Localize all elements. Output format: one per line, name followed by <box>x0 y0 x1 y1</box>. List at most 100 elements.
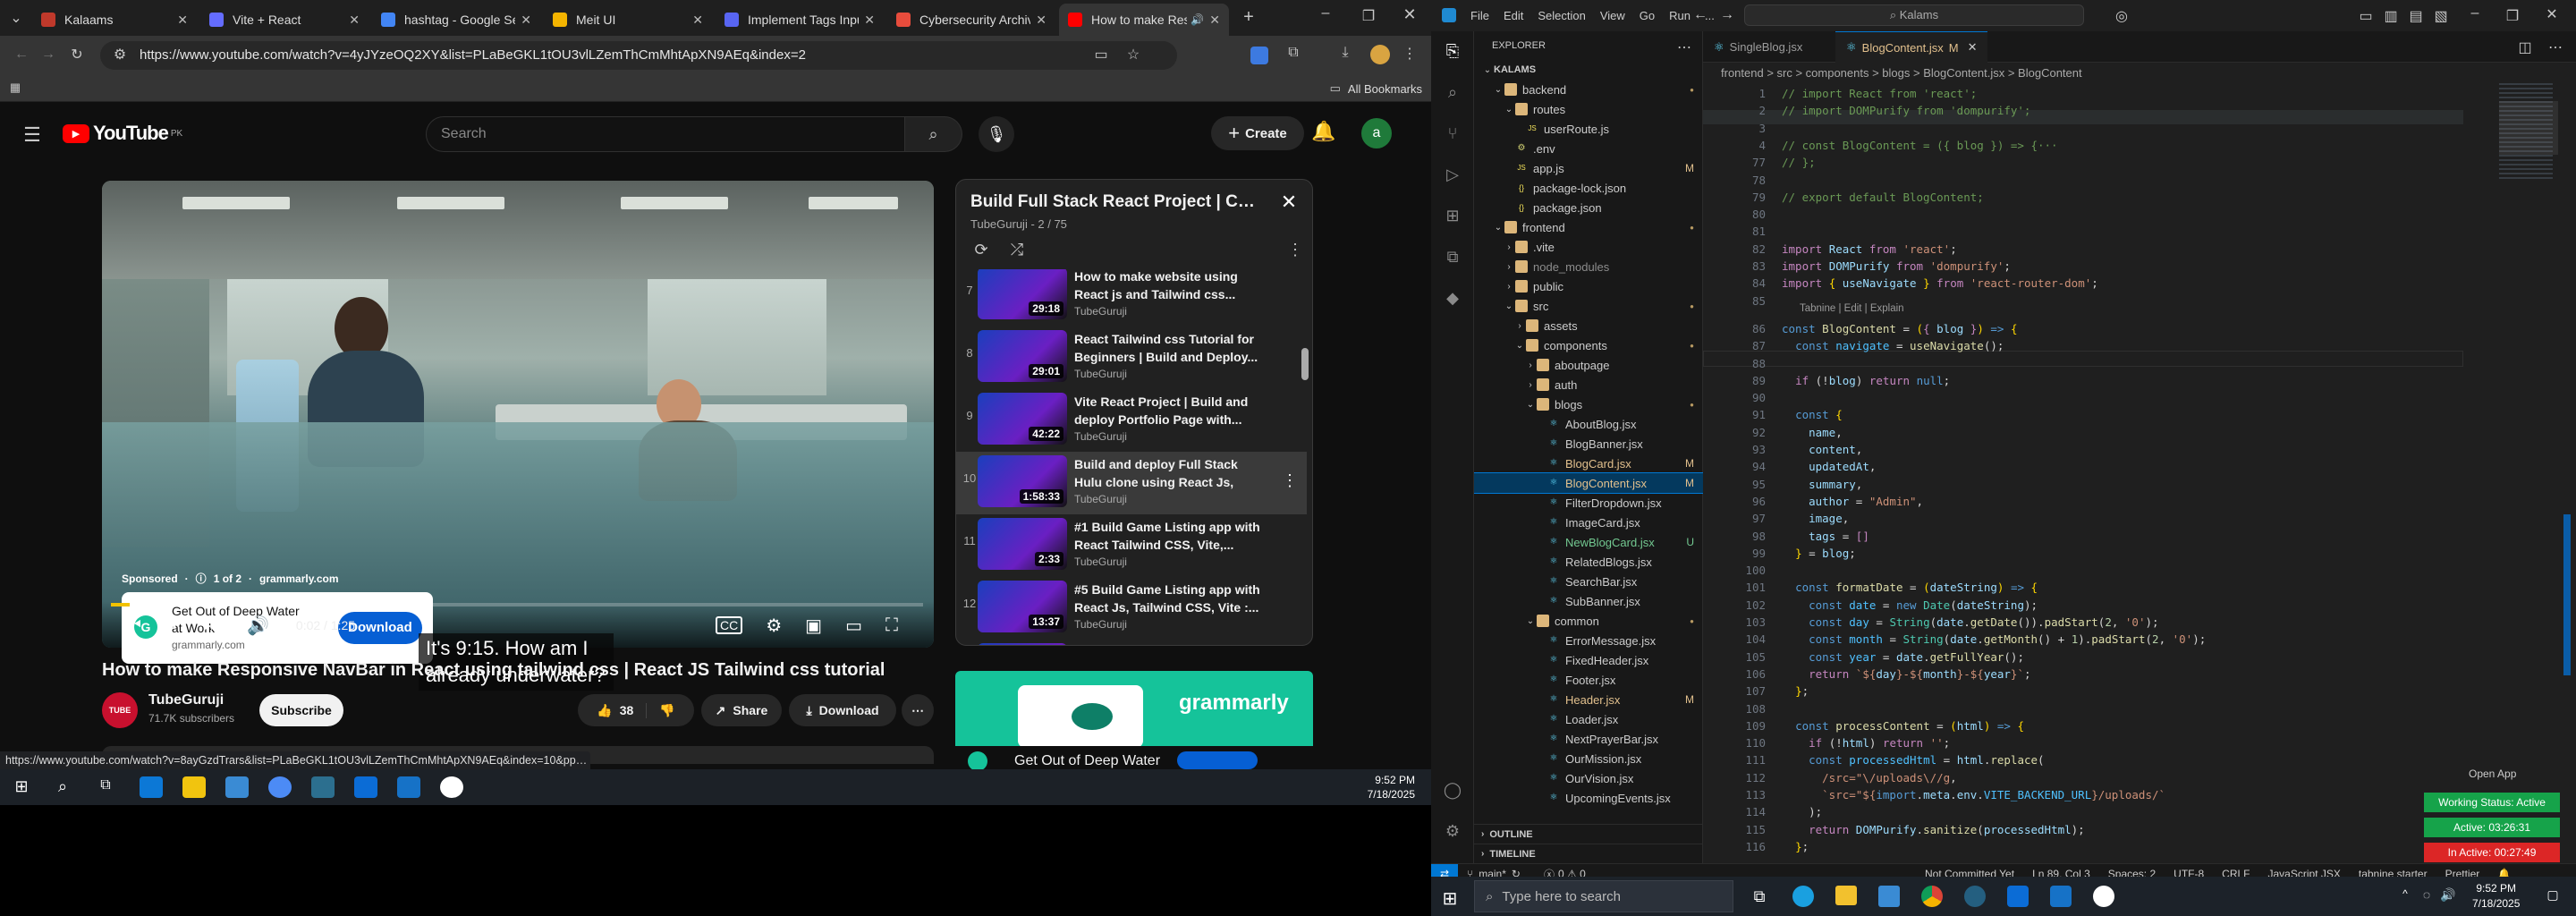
tabnine-status[interactable]: tabnine starter <box>2359 868 2428 877</box>
tree-file[interactable]: ⚛ Header.jsx M <box>1474 690 1703 709</box>
maximize-icon[interactable]: ❐ <box>2504 7 2521 25</box>
manage-gear-icon[interactable]: ⚙ <box>1442 822 1463 844</box>
bookmark-star-icon[interactable]: ☆ <box>1125 41 1141 70</box>
menu-item[interactable]: Selection <box>1538 9 1585 22</box>
source-control-icon[interactable]: ⑂ <box>1442 124 1463 146</box>
new-tab-button[interactable]: + <box>1240 7 1258 28</box>
subscribe-button[interactable]: Subscribe <box>259 694 343 726</box>
tree-file[interactable]: ⚛ BlogCard.jsx M <box>1474 454 1703 473</box>
captions-icon[interactable]: CC <box>716 616 743 634</box>
explorer-more-icon[interactable]: ⋯ <box>1676 38 1692 56</box>
close-tab-icon[interactable]: ✕ <box>864 13 875 28</box>
tree-file[interactable]: ⚛ SubBanner.jsx <box>1474 591 1703 611</box>
app-icon[interactable] <box>440 776 463 798</box>
chrome-icon[interactable] <box>1921 886 1943 907</box>
network-icon[interactable]: ◌ <box>2419 887 2435 902</box>
accounts-icon[interactable]: ◯ <box>1442 781 1463 802</box>
extensions-icon[interactable]: ⊞ <box>1442 207 1463 228</box>
forward-icon[interactable]: → <box>39 47 57 63</box>
menu-item[interactable]: Run <box>1669 9 1690 22</box>
tree-file[interactable]: JS userRoute.js <box>1474 119 1703 139</box>
nav-forward-icon[interactable]: → <box>1719 7 1735 23</box>
tree-file[interactable]: ⚛ Footer.jsx <box>1474 670 1703 690</box>
open-app-link[interactable]: Open App <box>2469 768 2516 780</box>
tree-folder[interactable]: ⌄ src ● <box>1474 296 1703 316</box>
tree-folder[interactable]: ⌄ components ● <box>1474 335 1703 355</box>
close-window-icon[interactable]: ✕ <box>2544 5 2560 23</box>
editor-more-icon[interactable]: ⋯ <box>2547 38 2563 56</box>
file-explorer-icon[interactable] <box>182 776 206 798</box>
ad-domain-link[interactable]: grammarly.com <box>259 572 338 585</box>
breadcrumb[interactable]: frontend > src > components > blogs > Bl… <box>1703 64 2576 83</box>
tree-file[interactable]: ⚛ BlogContent.jsx M <box>1474 472 1703 494</box>
run-debug-icon[interactable]: ▷ <box>1442 165 1463 187</box>
previous-icon[interactable]: ⏮ <box>125 615 141 636</box>
command-center[interactable]: ⌕ Kalams <box>1744 4 2084 26</box>
edge-icon[interactable] <box>1792 886 1814 907</box>
tab-search-icon[interactable]: ⌄ <box>7 9 25 27</box>
search-icon[interactable]: ⌕ <box>1442 83 1463 105</box>
tree-folder[interactable]: ⌄ common ● <box>1474 611 1703 631</box>
theater-mode-icon[interactable]: ▭ <box>845 615 862 637</box>
task-view-icon[interactable]: ⧉ <box>97 777 114 793</box>
sidebar-toggle-icon[interactable]: ▥ <box>2383 7 2399 25</box>
tree-folder[interactable]: ⌄ frontend ● <box>1474 217 1703 237</box>
account-avatar[interactable]: a <box>1361 118 1392 148</box>
back-icon[interactable]: ← <box>13 47 30 63</box>
hamburger-menu-icon[interactable]: ☰ <box>20 123 45 147</box>
tree-folder[interactable]: › node_modules <box>1474 257 1703 276</box>
youtube-logo[interactable]: ▶ YouTube PK <box>63 122 182 145</box>
tree-file[interactable]: ⚛ FilterDropdown.jsx <box>1474 493 1703 513</box>
tree-file[interactable]: ⚛ RelatedBlogs.jsx <box>1474 552 1703 572</box>
browser-tab[interactable]: Kalaams ✕ <box>32 4 197 36</box>
app-icon[interactable] <box>311 776 335 798</box>
minimap-slider[interactable] <box>2499 101 2558 155</box>
store-icon[interactable] <box>1878 886 1900 907</box>
playlist-item[interactable]: 9 42:22 Vite React Project | Build and dep… <box>956 389 1307 452</box>
miniplayer-icon[interactable]: ▣ <box>805 615 822 637</box>
start-button-icon[interactable]: ⊞ <box>1440 887 1460 910</box>
menu-kebab-icon[interactable]: ⋮ <box>1402 45 1417 63</box>
channel-avatar[interactable]: TUBE <box>102 692 138 728</box>
outline-section[interactable]: › OUTLINE <box>1474 824 1703 844</box>
voice-search-button[interactable]: 🎙 <box>979 116 1014 152</box>
edge-icon[interactable] <box>140 776 163 798</box>
language-mode[interactable]: JavaScript JSX <box>2268 868 2341 877</box>
close-window-icon[interactable]: ✕ <box>1399 5 1420 24</box>
more-actions-button[interactable]: ⋯ <box>902 694 934 726</box>
playlist-item[interactable]: 12 13:37 #5 Build Game Listing app with Re… <box>956 577 1307 640</box>
file-explorer-icon[interactable] <box>1835 886 1857 905</box>
remote-explorer-icon[interactable]: ⧉ <box>1442 248 1463 269</box>
tree-file[interactable]: {} package.json <box>1474 198 1703 217</box>
explorer-icon[interactable]: ⎘ <box>1442 42 1463 64</box>
downloads-icon[interactable]: ⤓ <box>1336 45 1354 61</box>
tree-file[interactable]: ⚛ FixedHeader.jsx <box>1474 650 1703 670</box>
editor-tab[interactable]: ⚛ BlogContent.jsx M ✕ <box>1835 31 1987 63</box>
branch-indicator[interactable]: ⑂ main* ↻ <box>1467 864 1521 877</box>
code-area[interactable]: 1 // import React from 'react'; 2 // import… <box>1703 83 2463 860</box>
vscode-icon[interactable] <box>2050 886 2072 907</box>
tree-folder[interactable]: › auth <box>1474 375 1703 394</box>
tree-folder[interactable]: › .vite <box>1474 237 1703 257</box>
tree-folder[interactable]: › aboutpage <box>1474 355 1703 375</box>
fullscreen-icon[interactable]: ⛶ <box>886 615 898 636</box>
loop-icon[interactable]: ⟳ <box>970 241 992 259</box>
search-icon[interactable]: ⌕ <box>54 777 72 796</box>
tree-file[interactable]: ⚛ UpcomingEvents.jsx <box>1474 788 1703 808</box>
playlist-item[interactable]: Full Stack Video Listing App... <box>956 640 1307 645</box>
close-tab-icon[interactable]: ✕ <box>521 13 531 28</box>
pause-icon[interactable]: ⏸ <box>168 615 177 636</box>
nav-back-icon[interactable]: ← <box>1692 7 1708 23</box>
notifications-bell-icon[interactable]: 🔔 <box>1311 120 1336 143</box>
search-button[interactable]: ⌕ <box>905 116 962 152</box>
playlist-item[interactable]: 8 29:01 React Tailwind css Tutorial for Be… <box>956 327 1307 389</box>
indentation[interactable]: Spaces: 2 <box>2108 868 2156 877</box>
minimize-icon[interactable]: – <box>1315 5 1336 21</box>
playlist-item[interactable]: 10 1:58:33 Build and deploy Full Stack Hul… <box>956 452 1307 514</box>
taskbar-search-input[interactable]: ⌕ Type here to search <box>1474 880 1733 912</box>
playlist-menu-icon[interactable]: ⋮ <box>1287 241 1303 259</box>
start-icon[interactable]: ⊞ <box>13 777 30 796</box>
minimap[interactable] <box>2499 83 2558 217</box>
share-button[interactable]: ↗ Share <box>701 694 782 726</box>
tree-folder[interactable]: › public <box>1474 276 1703 296</box>
